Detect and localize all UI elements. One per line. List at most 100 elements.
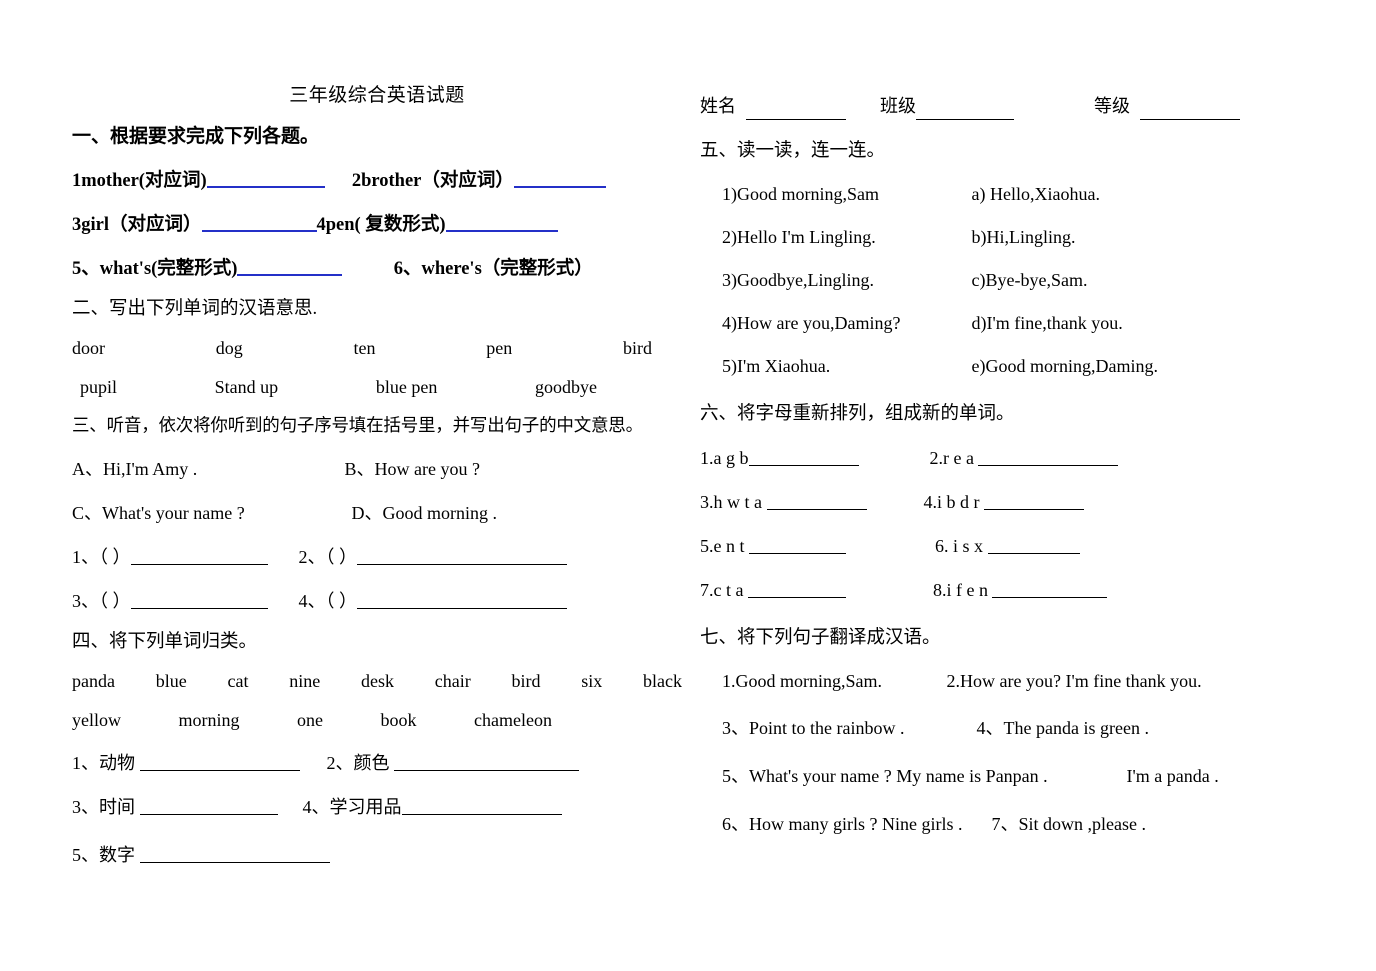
section5-right-item[interactable]: c)Bye-bye,Sam.	[972, 270, 1088, 290]
class-field-blank[interactable]	[916, 101, 1014, 120]
section7-sentence: 2.How are you? I'm fine thank you.	[946, 671, 1202, 691]
section7-sentence: 4、The panda is green .	[976, 718, 1149, 738]
section5-pair-row: 3)Goodbye,Lingling. c)Bye-bye,Sam.	[700, 270, 1320, 291]
grade-field-blank[interactable]	[1140, 101, 1240, 120]
section3-answer-row-2: 3、（ ） 4、（ ）	[72, 587, 682, 613]
section5-right-item[interactable]: e)Good morning,Daming.	[972, 356, 1158, 376]
section7-sentence: 7、Sit down ,please .	[991, 814, 1147, 834]
section6-item-6-label: 6. i s x	[935, 536, 984, 556]
section1-row-2: 3girl（对应词） 4pen( 复数形式)	[72, 210, 682, 236]
section6-item-1-blank[interactable]	[748, 447, 859, 466]
section6-item-8-label: 8.i f e n	[932, 580, 988, 600]
section4-word: bird	[511, 671, 541, 691]
section2-heading: 二、写出下列单词的汉语意思.	[72, 299, 318, 319]
section1-item-4-label: 4pen( 复数形式)	[316, 215, 446, 235]
section7-sentence: 5、What's your name ? My name is Panpan .	[722, 766, 1048, 786]
grade-label: 等级	[1094, 96, 1130, 116]
section4-category-5-blank[interactable]	[139, 844, 330, 863]
section1-item-3-blank[interactable]	[201, 212, 317, 232]
section1-row-3: 5、what's(完整形式) 6、where's（完整形式）	[72, 254, 682, 280]
section4-word: one	[297, 710, 323, 730]
section5-pair-row: 5)I'm Xiaohua. e)Good morning,Daming.	[700, 356, 1320, 377]
section7-row: 6、How many girls ? Nine girls . 7、Sit do…	[700, 810, 1320, 836]
section2-word: Stand up	[214, 377, 279, 397]
section5-right-item[interactable]: d)I'm fine,thank you.	[972, 313, 1123, 333]
section4-word: panda	[72, 671, 115, 691]
section2-word: blue pen	[375, 377, 438, 397]
section4-word: book	[380, 710, 417, 730]
section6-item-5-blank[interactable]	[749, 535, 846, 554]
section6-item-2-label: 2.r e a	[929, 448, 974, 468]
student-info-header: 姓名 班级 等级	[700, 92, 1320, 120]
section4-category-3-label: 3、时间	[72, 797, 135, 817]
section2-word: ten	[353, 338, 376, 358]
section6-item-2-blank[interactable]	[978, 447, 1119, 466]
right-column: 姓名 班级 等级 五、读一读，连一连。 1)Good morning,Sam a…	[700, 0, 1320, 836]
section4-word: nine	[289, 671, 321, 691]
section4-category-row-2: 3、时间 4、学习用品	[72, 793, 682, 819]
section4-category-1-label: 1、动物	[72, 753, 135, 773]
section4-category-3-blank[interactable]	[139, 796, 278, 815]
section1-item-1-label: 1mother(对应词)	[72, 171, 207, 191]
section1-item-5-blank[interactable]	[237, 256, 343, 276]
section5-left-item[interactable]: 4)How are you,Daming?	[722, 313, 967, 334]
section2-word: pupil	[80, 377, 118, 397]
section4-category-4-blank[interactable]	[401, 796, 562, 815]
section2-word-row-2: pupil Stand up blue pen goodbye	[72, 377, 682, 398]
section5-right-item[interactable]: a) Hello,Xiaohua.	[972, 184, 1100, 204]
section6-item-5-label: 5.e n t	[700, 536, 745, 556]
section3-answer-2-blank[interactable]	[357, 546, 567, 565]
section6-item-6-blank[interactable]	[987, 535, 1080, 554]
section7-sentence: 1.Good morning,Sam.	[722, 671, 882, 691]
class-label: 班级	[880, 96, 916, 116]
section4-category-1-blank[interactable]	[139, 752, 300, 771]
section6-row: 3.h w t a 4.i b d r	[700, 491, 1320, 513]
section2-word: door	[72, 338, 105, 358]
section3-option-a: A、Hi,I'm Amy .	[72, 459, 198, 479]
section3-answer-2-label: 2、（ ）	[298, 547, 358, 567]
section2-word-row-1: door dog ten pen bird	[72, 338, 682, 359]
section4-category-row-3: 5、数字	[72, 841, 682, 867]
section3-answer-4-blank[interactable]	[357, 590, 567, 609]
section1-item-2-label: 2brother（对应词）	[351, 171, 514, 191]
section5-left-item[interactable]: 2)Hello I'm Lingling.	[722, 227, 967, 248]
exam-page: 三年级综合英语试题 一、根据要求完成下列各题。 1mother(对应词) 2br…	[0, 0, 1376, 971]
section5-left-item[interactable]: 1)Good morning,Sam	[722, 184, 967, 205]
section7-heading: 七、将下列句子翻译成汉语。	[700, 628, 941, 648]
section6-item-1-label: 1.a g b	[700, 448, 749, 468]
section3-option-b: B、How are you ?	[344, 459, 480, 479]
section7-sentence: 3、Point to the rainbow .	[722, 718, 905, 738]
section6-item-8-blank[interactable]	[992, 579, 1108, 598]
section4-category-2-blank[interactable]	[394, 752, 579, 771]
section1-item-2-blank[interactable]	[513, 168, 606, 188]
section6-item-3-blank[interactable]	[766, 491, 867, 510]
section3-heading: 三、听音，依次将你听到的句子序号填在括号里，并写出句子的中文意思。	[72, 415, 643, 435]
section4-word: yellow	[72, 710, 121, 730]
section3-answer-row-1: 1、（ ） 2、（ ）	[72, 543, 682, 569]
section3-answer-1-blank[interactable]	[130, 546, 268, 565]
section5-right-item[interactable]: b)Hi,Lingling.	[972, 227, 1076, 247]
section5-left-item[interactable]: 5)I'm Xiaohua.	[722, 356, 967, 377]
section6-item-4-blank[interactable]	[984, 491, 1084, 510]
section2-word: pen	[486, 338, 513, 358]
section2-word: goodbye	[534, 377, 597, 397]
section5-pair-row: 2)Hello I'm Lingling. b)Hi,Lingling.	[700, 227, 1320, 248]
section1-item-4-blank[interactable]	[445, 212, 558, 232]
section6-item-4-label: 4.i b d r	[923, 492, 980, 512]
section4-word: six	[581, 671, 603, 691]
section4-category-5-label: 5、数字	[72, 845, 135, 865]
section5-pair-row: 1)Good morning,Sam a) Hello,Xiaohua.	[700, 184, 1320, 205]
section4-category-2-label: 2、颜色	[326, 753, 390, 773]
section3-answer-3-label: 3、（ ）	[72, 591, 131, 611]
section6-item-7-blank[interactable]	[747, 579, 846, 598]
section3-option-d: D、Good morning .	[351, 503, 498, 523]
section1-heading: 一、根据要求完成下列各题。	[72, 126, 320, 147]
name-label: 姓名	[700, 96, 736, 116]
section6-item-3-label: 3.h w t a	[700, 492, 762, 512]
section7-row: 5、What's your name ? My name is Panpan .…	[700, 762, 1320, 788]
section1-item-1-blank[interactable]	[206, 168, 325, 188]
section3-answer-3-blank[interactable]	[130, 590, 268, 609]
section5-left-item[interactable]: 3)Goodbye,Lingling.	[722, 270, 967, 291]
section6-item-7-label: 7.c t a	[700, 580, 744, 600]
name-field-blank[interactable]	[746, 101, 846, 120]
